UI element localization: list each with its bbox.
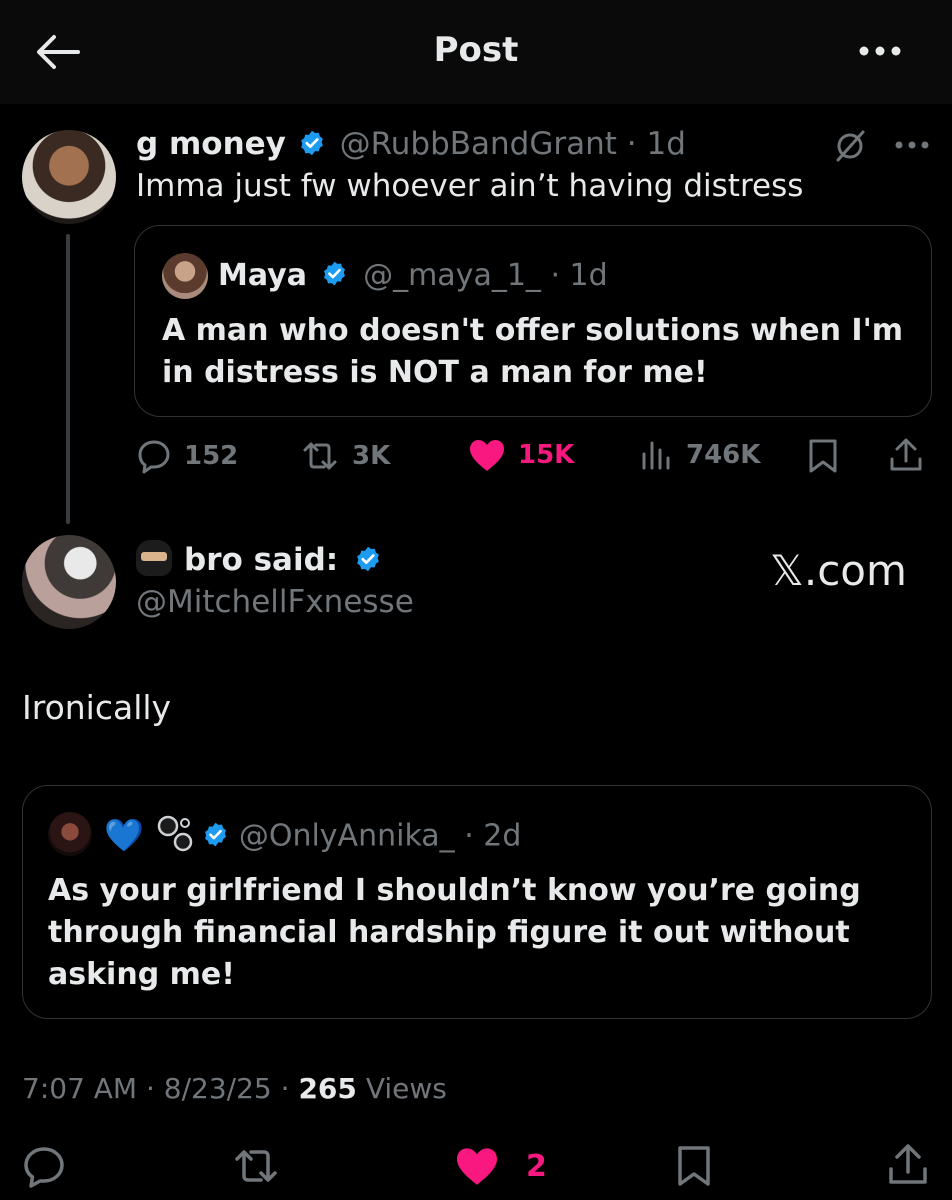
- views-count[interactable]: 265: [298, 1072, 356, 1105]
- share-icon[interactable]: [888, 437, 924, 473]
- display-name[interactable]: bro said:: [184, 542, 338, 578]
- repost-icon: [303, 442, 337, 470]
- like-count: 15K: [518, 440, 575, 470]
- avatar-annika[interactable]: [48, 812, 92, 856]
- main-post-handle[interactable]: @MitchellFxnesse: [136, 584, 414, 620]
- handle[interactable]: @RubbBandGrant: [340, 126, 617, 162]
- like-count: 2: [526, 1148, 547, 1184]
- reply-icon: [138, 440, 170, 474]
- display-name[interactable]: g money: [136, 126, 286, 162]
- share-icon[interactable]: [886, 1142, 930, 1186]
- more-options-icon[interactable]: [858, 40, 902, 62]
- main-post-text: Ironically: [22, 688, 172, 727]
- views-count: 746K: [686, 440, 761, 470]
- heart-filled-icon: [470, 440, 504, 471]
- inner-quote-text: A man who doesn't offer solutions when I…: [162, 313, 904, 390]
- page-title: Post: [433, 30, 519, 70]
- quoted-post-text: Imma just fw whoever ain’t having distre…: [136, 168, 804, 204]
- verified-badge-icon: [357, 546, 379, 571]
- reply-icon[interactable]: [22, 1144, 66, 1188]
- repost-button[interactable]: 3K: [300, 438, 390, 474]
- timestamp: · 1d: [550, 258, 608, 293]
- avatar-gmoney[interactable]: [22, 130, 116, 224]
- bubbles-emoji-icon: [157, 815, 193, 852]
- post-time: 7:07 AM: [22, 1072, 138, 1105]
- bookmark-icon[interactable]: [676, 1144, 712, 1188]
- verified-badge-icon: [204, 822, 226, 846]
- x-com-watermark: 𝕏.com: [770, 546, 907, 595]
- views-button[interactable]: 746K: [640, 438, 760, 472]
- avatar-mitchell[interactable]: [22, 535, 116, 629]
- ninja-emoji-icon: [136, 540, 172, 576]
- reply-count: 152: [184, 441, 239, 471]
- views-chart-icon: [642, 441, 670, 470]
- verified-badge-icon: [300, 130, 323, 155]
- handle[interactable]: @OnlyAnnika_: [239, 819, 455, 854]
- blue-heart-emoji: 💙: [104, 815, 144, 854]
- reply-button[interactable]: 152: [136, 438, 238, 474]
- thread-line: [66, 234, 70, 524]
- verified-badge-icon: [323, 261, 345, 286]
- repost-count: 3K: [352, 441, 391, 471]
- display-name[interactable]: Maya: [218, 258, 307, 293]
- like-button[interactable]: 2: [454, 1146, 547, 1186]
- post-more-icon[interactable]: [894, 139, 930, 151]
- handle[interactable]: @_maya_1_: [363, 258, 541, 293]
- quote-card-header: 💙 @OnlyAnnika_ · 2d: [104, 814, 521, 860]
- main-post-header: bro said:: [136, 540, 382, 579]
- inner-quote-header: Maya @_maya_1_ · 1d: [218, 258, 608, 293]
- timestamp: · 2d: [464, 818, 522, 854]
- post-date: · 8/23/25 ·: [146, 1072, 290, 1105]
- grok-icon[interactable]: [832, 128, 868, 164]
- post-meta: 7:07 AM · 8/23/25 · 265 Views: [22, 1072, 447, 1105]
- timestamp: · 1d: [626, 126, 686, 162]
- quote-card-text: As your girlfriend I shouldn’t know you’…: [48, 873, 861, 992]
- like-button[interactable]: 15K: [468, 438, 574, 472]
- views-label: Views: [365, 1072, 447, 1105]
- bookmark-icon[interactable]: [808, 438, 838, 474]
- quoted-post-header: g money @RubbBandGrant · 1d: [136, 126, 686, 163]
- avatar-maya[interactable]: [162, 253, 208, 299]
- repost-icon[interactable]: [232, 1144, 280, 1188]
- heart-filled-icon: [457, 1148, 497, 1185]
